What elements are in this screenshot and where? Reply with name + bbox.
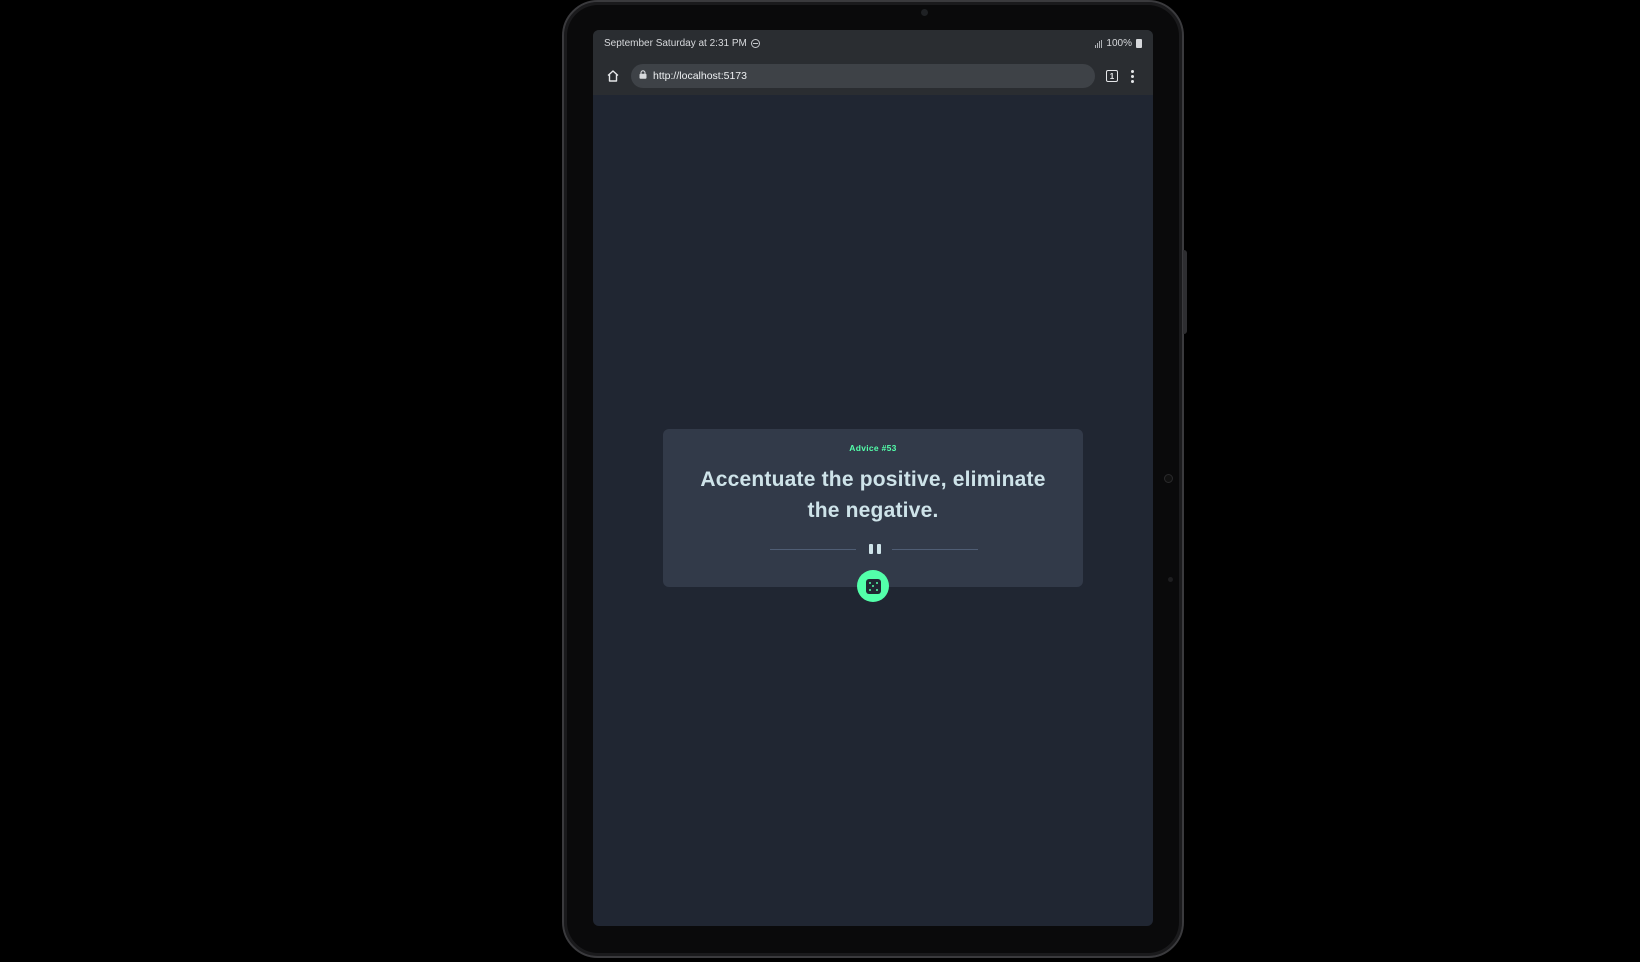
- browser-toolbar: http://localhost:5173 1: [593, 57, 1153, 95]
- device-screen: September Saturday at 2:31 PM 100% http:…: [593, 30, 1153, 926]
- advice-id: Advice #53: [849, 443, 897, 453]
- pause-icon: [867, 543, 883, 555]
- address-bar[interactable]: http://localhost:5173: [631, 64, 1095, 88]
- do-not-disturb-icon: [750, 39, 760, 48]
- tabs-icon[interactable]: 1: [1106, 70, 1118, 82]
- advice-quote: Accentuate the positive, eliminate the n…: [700, 468, 1046, 522]
- status-bar: September Saturday at 2:31 PM 100%: [593, 30, 1153, 57]
- divider: [770, 543, 978, 555]
- front-camera: [921, 9, 928, 16]
- dice-icon: [865, 578, 881, 594]
- battery-percentage: 100%: [1106, 38, 1132, 49]
- generate-advice-button[interactable]: [857, 570, 889, 602]
- status-datetime: September Saturday at 2:31 PM: [604, 38, 747, 49]
- divider-line-left: [770, 549, 856, 550]
- side-microphone: [1168, 577, 1173, 582]
- home-icon[interactable]: [603, 66, 623, 86]
- advice-card: Advice #53 Accentuate the positive, elim…: [663, 429, 1083, 602]
- signal-icon: [1095, 39, 1103, 48]
- divider-line-right: [892, 549, 978, 550]
- power-button: [1183, 250, 1187, 334]
- more-vert-icon[interactable]: [1131, 69, 1134, 83]
- battery-icon: [1136, 39, 1142, 48]
- lock-icon: [639, 70, 647, 82]
- side-sensor: [1164, 474, 1173, 483]
- url-text: http://localhost:5173: [653, 70, 747, 82]
